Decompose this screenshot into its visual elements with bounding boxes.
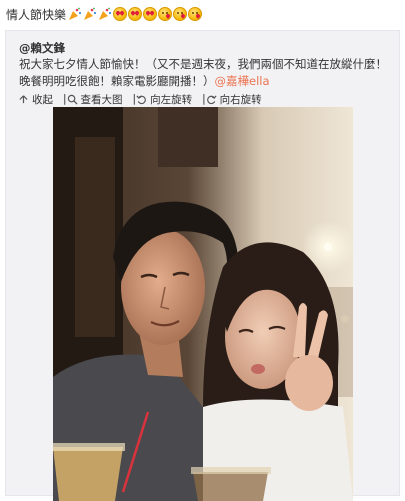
- party-popper-icon: [98, 7, 112, 21]
- repost-card: @賴文鋒 祝大家七夕情人節愉快！（又不是週末夜，我們兩個不知道在放縱什麼！晚餐明…: [5, 30, 400, 501]
- repost-text: 祝大家七夕情人節愉快！（又不是週末夜，我們兩個不知道在放縱什麼！晚餐明明吃很飽！…: [19, 56, 391, 90]
- post-title: 情人節快樂: [6, 7, 67, 22]
- mention-link[interactable]: @嘉樺ella: [215, 74, 270, 88]
- heart-eyes-icon: [113, 7, 128, 21]
- repost-author[interactable]: @賴文鋒: [19, 40, 65, 56]
- party-popper-icon: [68, 7, 82, 21]
- view-large-button[interactable]: 查看大图: [67, 92, 123, 107]
- party-popper-icon: [83, 7, 97, 21]
- view-large-label: 查看大图: [80, 93, 123, 106]
- heart-eyes-icon: [143, 7, 158, 21]
- rotate-right-button[interactable]: 向右旋转: [206, 92, 262, 107]
- zoom-icon: [67, 94, 78, 105]
- collapse-button[interactable]: 收起: [18, 92, 53, 107]
- repost-text-main: 祝大家七夕情人節愉快！（又不是週末夜，我們兩個不知道在放縱什麼！晚餐明明吃很飽！…: [19, 57, 387, 88]
- selfie-photo-illustration: [53, 107, 353, 501]
- heart-eyes-icon: [128, 7, 143, 21]
- collapse-label: 收起: [32, 93, 53, 106]
- kiss-icon: [158, 7, 173, 21]
- post-photo[interactable]: [53, 107, 353, 501]
- kiss-icon: [188, 7, 203, 21]
- rotate-left-icon: [136, 94, 147, 104]
- image-action-bar: 收起 | 查看大图 | 向左旋转 | 向右旋转: [18, 92, 272, 106]
- rotate-left-label: 向左旋转: [150, 93, 193, 106]
- rotate-right-icon: [206, 94, 217, 104]
- rotate-left-button[interactable]: 向左旋转: [136, 92, 192, 107]
- kiss-icon: [173, 7, 188, 21]
- collapse-icon: [19, 94, 28, 103]
- rotate-right-label: 向右旋转: [219, 93, 262, 106]
- post-header: 情人節快樂: [6, 3, 401, 25]
